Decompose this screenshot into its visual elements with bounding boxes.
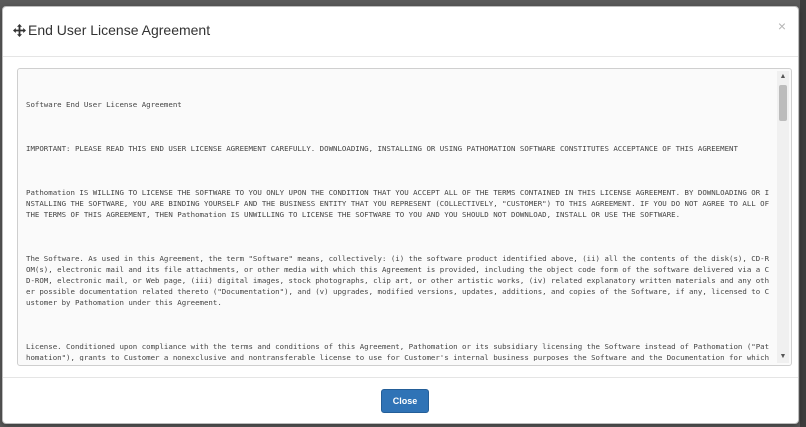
eula-dialog: End User License Agreement × Software En… xyxy=(2,6,799,424)
move-icon[interactable] xyxy=(13,24,26,37)
license-paragraph: The Software. As used in this Agreement,… xyxy=(26,254,770,307)
scroll-down-arrow-icon[interactable]: ▼ xyxy=(777,351,789,363)
license-paragraph: Pathomation IS WILLING TO LICENSE THE SO… xyxy=(26,188,770,219)
close-icon[interactable]: × xyxy=(778,19,786,33)
license-textarea[interactable]: Software End User License Agreement IMPO… xyxy=(17,68,792,366)
license-text: Software End User License Agreement IMPO… xyxy=(26,77,770,361)
license-heading: Software End User License Agreement xyxy=(26,100,182,109)
dialog-header[interactable]: End User License Agreement × xyxy=(3,7,798,57)
background-page-edge xyxy=(800,0,806,427)
vertical-scrollbar[interactable]: ▲ ▼ xyxy=(777,71,789,363)
license-paragraph: IMPORTANT: PLEASE READ THIS END USER LIC… xyxy=(26,144,738,153)
scroll-up-arrow-icon[interactable]: ▲ xyxy=(777,71,789,83)
dialog-title: End User License Agreement xyxy=(28,22,211,38)
scrollbar-thumb[interactable] xyxy=(779,85,787,121)
license-paragraph: License. Conditioned upon compliance wit… xyxy=(26,342,770,361)
close-button[interactable]: Close xyxy=(381,389,429,413)
dialog-footer: Close xyxy=(3,377,798,424)
